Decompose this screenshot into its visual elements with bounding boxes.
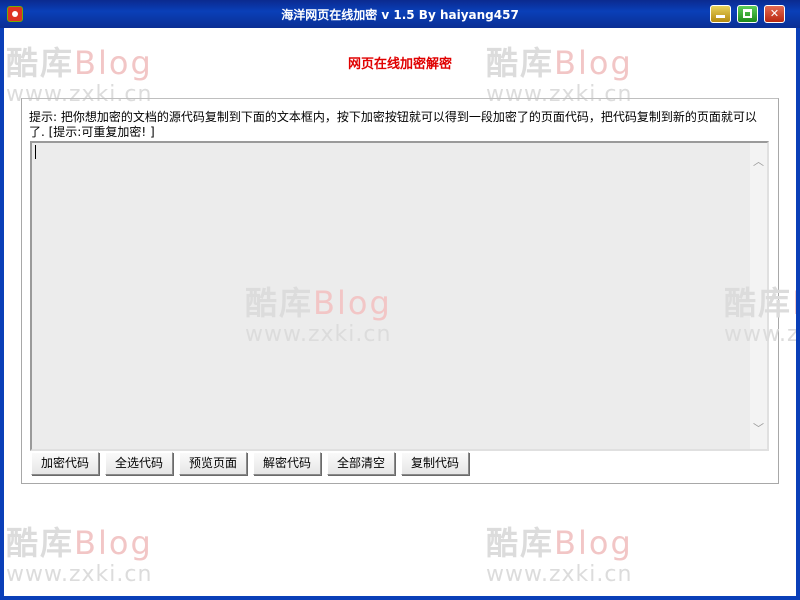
watermark: 酷库Blog www.zxki.cn — [6, 38, 153, 107]
code-textarea[interactable] — [30, 141, 769, 451]
window-frame-left — [0, 28, 4, 600]
close-button[interactable] — [764, 5, 785, 23]
hint-text: 提示: 把你想加密的文档的源代码复制到下面的文本框内，按下加密按钮就可以得到一段… — [29, 110, 757, 139]
copy-button[interactable]: 复制代码 — [401, 452, 469, 475]
watermark-url: www.zxki.cn — [724, 322, 796, 347]
watermark-blog: Blog — [792, 284, 796, 322]
window-frame-bottom — [0, 596, 800, 600]
watermark: 酷库Blog www.zxki.cn — [6, 518, 153, 587]
watermark-url: www.zxki.cn — [486, 562, 633, 587]
watermark-cn: 酷库 — [6, 524, 75, 562]
watermark-blog: Blog — [313, 284, 392, 322]
window-title: 海洋网页在线加密 v 1.5 By haiyang457 — [281, 8, 519, 22]
watermark: 酷库Blog www.zxki.cn — [486, 518, 633, 587]
watermark-url: www.zxki.cn — [6, 562, 153, 587]
select-all-button[interactable]: 全选代码 — [105, 452, 173, 475]
title-bar: 海洋网页在线加密 v 1.5 By haiyang457 — [0, 0, 800, 28]
clear-all-button[interactable]: 全部清空 — [327, 452, 395, 475]
page-title: 网页在线加密解密 — [347, 57, 452, 72]
preview-button[interactable]: 预览页面 — [179, 452, 247, 475]
encrypt-button[interactable]: 加密代码 — [31, 452, 99, 475]
watermark-cn: 酷库 — [486, 524, 555, 562]
watermark-blog: Blog — [554, 524, 633, 562]
maximize-button[interactable] — [737, 5, 758, 23]
watermark-cn: 酷库 — [245, 284, 314, 322]
decrypt-button[interactable]: 解密代码 — [253, 452, 321, 475]
chevron-down-icon[interactable]: ﹀ — [750, 420, 767, 437]
watermark-url: www.zxki.cn — [245, 322, 392, 347]
watermark: 酷库Blog www.zxki.cn — [724, 278, 796, 347]
watermark-blog: Blog — [74, 524, 153, 562]
text-caret — [35, 145, 36, 159]
watermark-cn: 酷库 — [724, 284, 793, 322]
watermark: 酷库Blog www.zxki.cn — [486, 38, 633, 107]
minimize-button[interactable] — [710, 5, 731, 23]
window-frame-right — [796, 28, 800, 600]
chevron-up-icon[interactable]: ︿ — [750, 153, 767, 170]
watermark: 酷库Blog www.zxki.cn — [245, 278, 392, 347]
